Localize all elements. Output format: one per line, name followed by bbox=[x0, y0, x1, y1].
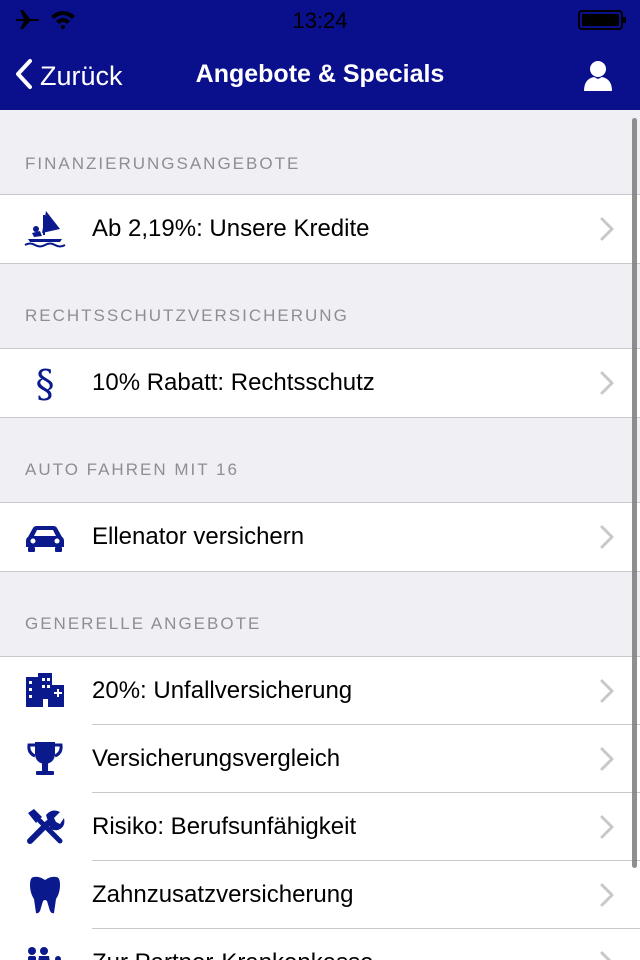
trophy-icon bbox=[24, 739, 66, 779]
list-item-label: Versicherungsvergleich bbox=[92, 745, 341, 772]
svg-text:§: § bbox=[36, 363, 55, 403]
chevron-right-icon bbox=[600, 883, 614, 907]
chevron-right-icon bbox=[600, 951, 614, 960]
list-item-ellenator[interactable]: Ellenator versichern bbox=[0, 503, 640, 571]
person-icon bbox=[582, 61, 614, 97]
list-item-rechtsschutz[interactable]: § 10% Rabatt: Rechtsschutz bbox=[0, 349, 640, 417]
chevron-right-icon bbox=[600, 525, 614, 549]
navigation-bar: Zurück Angebote & Specials bbox=[0, 40, 640, 110]
scrollbar[interactable] bbox=[632, 118, 637, 868]
chevron-right-icon bbox=[600, 747, 614, 771]
section-group-finanzierung: Ab 2,19%: Unsere Kredite bbox=[0, 194, 640, 264]
list-item-label: Ab 2,19%: Unsere Kredite bbox=[92, 215, 370, 242]
list-item-kredite[interactable]: Ab 2,19%: Unsere Kredite bbox=[0, 195, 640, 263]
list-item-label: Ellenator versichern bbox=[92, 523, 305, 550]
paragraph-icon: § bbox=[24, 363, 66, 403]
list-item-versicherungsvergleich[interactable]: Versicherungsvergleich bbox=[0, 725, 640, 793]
chevron-right-icon bbox=[600, 679, 614, 703]
back-button[interactable]: Zurück bbox=[14, 56, 123, 96]
section-group-generelle: 20%: Unfallversicherung Versicherungsver… bbox=[0, 656, 640, 960]
list-item-krankenkasse[interactable]: Zur Partner-Krankenkasse bbox=[0, 929, 640, 960]
chevron-right-icon bbox=[600, 217, 614, 241]
list-item-unfallversicherung[interactable]: 20%: Unfallversicherung bbox=[0, 657, 640, 725]
windsurfer-icon bbox=[24, 209, 66, 249]
list-item-label: Risiko: Berufsunfähigkeit bbox=[92, 813, 357, 840]
chevron-right-icon bbox=[600, 815, 614, 839]
list-item-zahnzusatz[interactable]: Zahnzusatzversicherung bbox=[0, 861, 640, 929]
section-header-auto: AUTO FAHREN MIT 16 bbox=[25, 460, 239, 479]
section-header-generelle: GENERELLE ANGEBOTE bbox=[25, 614, 262, 633]
tooth-icon bbox=[24, 875, 66, 915]
profile-button[interactable] bbox=[582, 59, 614, 93]
chevron-left-icon bbox=[14, 58, 34, 95]
family-icon bbox=[24, 943, 66, 960]
list-item-berufsunfaehigkeit[interactable]: Risiko: Berufsunfähigkeit bbox=[0, 793, 640, 861]
status-bar: 13:24 bbox=[0, 0, 640, 40]
section-header-finanzierung: FINANZIERUNGSANGEBOTE bbox=[25, 154, 301, 173]
list-item-label: 20%: Unfallversicherung bbox=[92, 677, 353, 704]
section-group-auto: Ellenator versichern bbox=[0, 502, 640, 572]
battery-icon bbox=[578, 10, 628, 30]
list-item-label: Zahnzusatzversicherung bbox=[92, 881, 354, 908]
list-item-label: 10% Rabatt: Rechtsschutz bbox=[92, 369, 375, 396]
car-icon bbox=[24, 517, 66, 557]
chevron-right-icon bbox=[600, 371, 614, 395]
section-header-rechtsschutz: RECHTSSCHUTZVERSICHERUNG bbox=[25, 306, 349, 325]
tools-icon bbox=[24, 807, 66, 847]
status-time: 13:24 bbox=[292, 8, 348, 33]
section-group-rechtsschutz: § 10% Rabatt: Rechtsschutz bbox=[0, 348, 640, 418]
content-list[interactable]: FINANZIERUNGSANGEBOTE Ab 2,19%: Unsere K… bbox=[0, 110, 640, 960]
back-label: Zurück bbox=[40, 60, 123, 91]
hospital-icon bbox=[24, 671, 66, 711]
list-item-label: Zur Partner-Krankenkasse bbox=[92, 949, 373, 960]
